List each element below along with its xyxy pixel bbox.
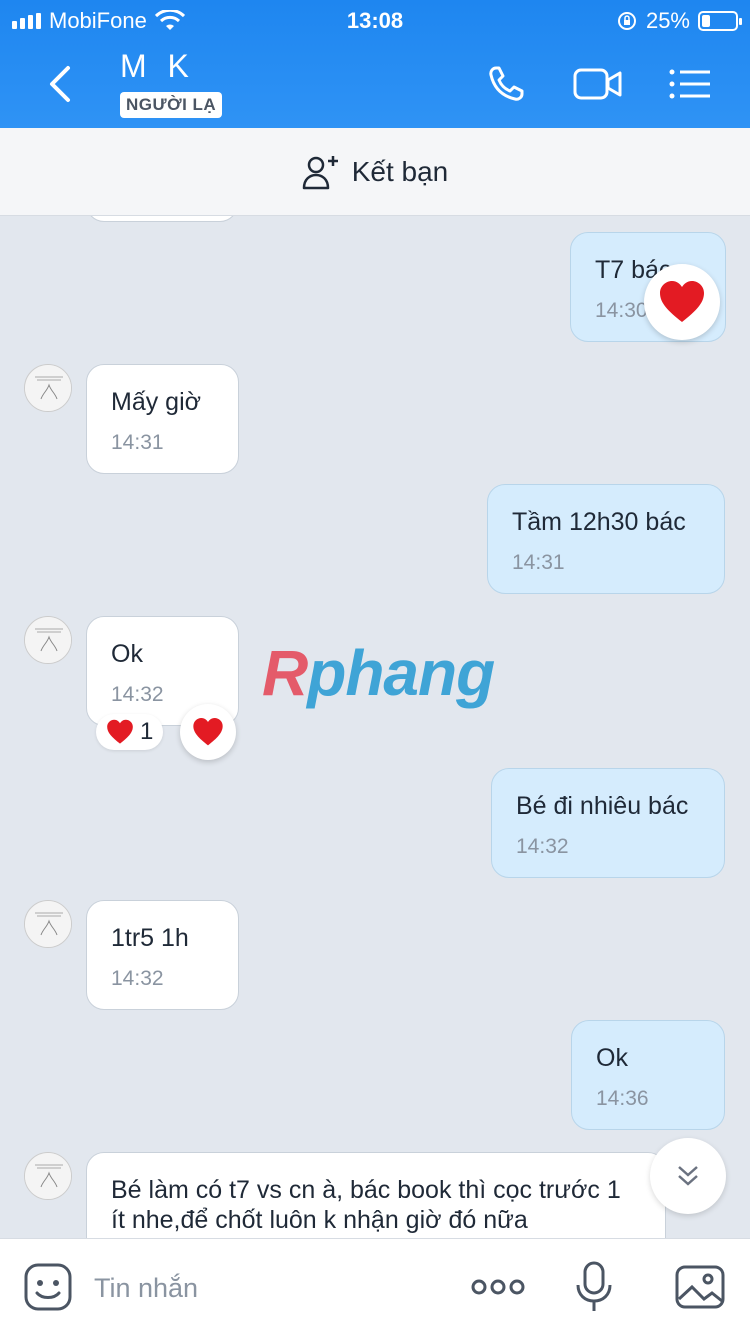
scroll-down-button[interactable] <box>650 1138 726 1214</box>
message-time: 14:31 <box>512 551 565 574</box>
heart-reaction-icon[interactable] <box>644 264 720 340</box>
message-text: Bé làm có t7 vs cn à, bác book thì cọc t… <box>111 1176 628 1234</box>
chevron-down-icon <box>678 1166 698 1186</box>
reaction-count[interactable]: 1 <box>96 714 164 750</box>
message-incoming[interactable]: Mấy giờ 14:31 <box>86 364 239 474</box>
menu-icon[interactable] <box>668 60 712 108</box>
avatar[interactable] <box>24 616 72 664</box>
video-call-icon[interactable] <box>572 60 624 108</box>
message-outgoing[interactable]: Bé đi nhiêu bác 14:32 <box>491 768 725 878</box>
message-time: 14:36 <box>596 1087 649 1110</box>
message-time: 14:31 <box>111 431 164 454</box>
more-options-icon[interactable] <box>470 1261 526 1313</box>
battery-percent: 25% <box>645 8 690 33</box>
header-bar: MobiFone 13:08 25% M K NGƯỜI LẠ <box>0 0 750 128</box>
message-text: 1tr5 1h <box>111 924 189 952</box>
contact-name[interactable]: M K <box>120 48 195 85</box>
add-friend-label: Kết bạn <box>351 155 449 187</box>
heart-icon <box>107 719 133 744</box>
sticker-icon[interactable] <box>22 1261 74 1313</box>
message-text: Ok <box>111 640 143 668</box>
add-user-icon <box>302 155 338 189</box>
microphone-icon[interactable] <box>568 1261 620 1313</box>
status-bar: MobiFone 13:08 25% <box>0 0 750 40</box>
chat-area[interactable]: T7 bác 14:30 Mấy giờ 14:31 Tầm 12h30 bác… <box>0 216 750 1238</box>
message-outgoing[interactable]: Tầm 12h30 bác 14:31 <box>487 484 725 594</box>
message-outgoing[interactable]: Ok 14:36 <box>571 1020 725 1130</box>
message-time: 14:32 <box>516 835 569 858</box>
message-incoming[interactable]: Bé làm có t7 vs cn à, bác book thì cọc t… <box>86 1152 666 1238</box>
message-text: Ok <box>596 1044 628 1072</box>
add-friend-button[interactable]: Kết bạn <box>0 128 750 216</box>
stranger-badge: NGƯỜI LẠ <box>120 92 223 118</box>
message-input-bar: Tin nhắn <box>0 1238 750 1334</box>
message-text: Mấy giờ <box>111 388 202 416</box>
status-right: 25% <box>616 8 742 34</box>
heart-reaction-icon[interactable] <box>180 704 236 760</box>
message-input[interactable]: Tin nhắn <box>94 1273 198 1304</box>
message-text: Tầm 12h30 bác <box>512 508 686 536</box>
message-text: Bé đi nhiêu bác <box>516 792 689 820</box>
message-time: 14:32 <box>111 683 164 706</box>
message-partial <box>86 216 238 222</box>
battery-icon <box>698 11 742 31</box>
watermark-logo: Rphang <box>262 637 495 709</box>
avatar[interactable] <box>24 1152 72 1200</box>
rotation-lock-icon <box>617 12 636 30</box>
reaction-count-value: 1 <box>140 718 154 745</box>
avatar[interactable] <box>24 364 72 412</box>
message-incoming[interactable]: 1tr5 1h 14:32 <box>86 900 239 1010</box>
avatar[interactable] <box>24 900 72 948</box>
back-icon[interactable] <box>40 62 80 106</box>
phone-call-icon[interactable] <box>482 60 530 108</box>
image-icon[interactable] <box>674 1261 726 1313</box>
message-time: 14:32 <box>111 967 164 990</box>
